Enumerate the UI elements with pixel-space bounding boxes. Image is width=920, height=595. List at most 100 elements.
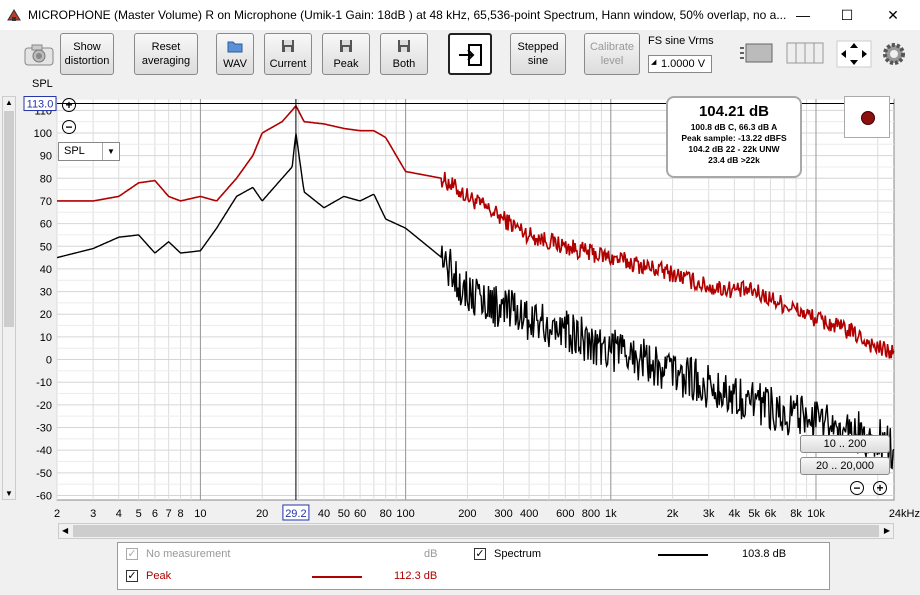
stepped-sine-button[interactable]: Stepped sine: [510, 33, 566, 75]
range-20-20000-label: 20 .. 20,000: [815, 460, 875, 472]
camera-icon[interactable]: [24, 42, 54, 66]
wav-label: WAV: [223, 58, 247, 70]
x-tick-label: 5k: [748, 508, 760, 520]
scroll-right-icon[interactable]: ▶: [884, 526, 890, 535]
zoom-in-x-icon[interactable]: +: [873, 481, 887, 495]
y-axis-unit: SPL: [32, 78, 53, 90]
y-tick-label: 50: [40, 241, 52, 253]
columns-icon[interactable]: [786, 40, 824, 66]
x-tick-label: 600: [556, 508, 574, 520]
zoom-out-x-icon[interactable]: −: [850, 481, 864, 495]
readout-line-1: 100.8 dB C, 66.3 dB A: [690, 122, 778, 132]
settings-gear-icon[interactable]: [882, 42, 906, 66]
level-readout: 104.21 dB 100.8 dB C, 66.3 dB A Peak sam…: [666, 96, 802, 178]
window-title: MICROPHONE (Master Volume) R on Micropho…: [28, 8, 787, 22]
fs-sine-label: FS sine Vrms: [648, 35, 714, 47]
record-button[interactable]: [844, 96, 890, 138]
y-tick-label: 10: [40, 332, 52, 344]
range-10-200-label: 10 .. 200: [823, 438, 867, 450]
current-label: Current: [269, 58, 307, 70]
y-tick-label: 100: [34, 128, 52, 140]
x-tick-label: 10: [194, 508, 206, 520]
x-tick-label: 50: [338, 508, 350, 520]
stepped-sine-label-2: sine: [527, 55, 549, 67]
scroll-left-icon[interactable]: ◀: [62, 526, 68, 535]
maximize-button[interactable]: ☐: [824, 0, 870, 30]
x-tick-label: 400: [520, 508, 538, 520]
legend-panel: ✓ No measurement dB ✓ Peak 112.3 dB ✓ Sp…: [117, 542, 830, 590]
title-bar: MICROPHONE (Master Volume) R on Micropho…: [0, 0, 920, 30]
record-indicator-icon: [861, 111, 875, 125]
legend-value-spectrum: 103.8 dB: [742, 548, 787, 560]
cursor-y-value: 113.0: [27, 99, 54, 111]
x-tick-label: 300: [494, 508, 512, 520]
legend-label-spectrum: Spectrum: [494, 548, 542, 560]
export-button[interactable]: [448, 33, 492, 75]
show-distortion-label-2: distortion: [64, 55, 110, 67]
y-tick-label: 20: [40, 309, 52, 321]
show-distortion-button[interactable]: Show distortion: [60, 33, 114, 75]
fs-sine-input[interactable]: ◢ 1.0000 V: [648, 55, 712, 73]
save-peak-button[interactable]: Peak: [322, 33, 370, 75]
x-tick-label: 8: [177, 508, 183, 520]
x-tick-label: 800: [582, 508, 600, 520]
legend-value-no-measurement: dB: [424, 548, 438, 560]
legend-checkbox-peak[interactable]: ✓: [126, 570, 138, 582]
calibrate-level-button: Calibrate level: [584, 33, 640, 75]
y-tick-label: 0: [46, 355, 52, 367]
readout-line-4: 23.4 dB >22k: [708, 155, 760, 165]
x-tick-label: 10k: [807, 508, 825, 520]
x-tick-label: 7: [166, 508, 172, 520]
y-tick-label: 80: [40, 173, 52, 185]
x-tick-label: 3: [90, 508, 96, 520]
y-tick-label: 40: [40, 264, 52, 276]
peak-label: Peak: [333, 58, 359, 70]
fs-sine-value: 1.0000 V: [661, 58, 706, 70]
mode-select-value: SPL: [64, 145, 85, 157]
folder-icon: [227, 39, 243, 57]
x-tick-label: 1k: [605, 508, 617, 520]
x-tick-label: 60: [354, 508, 366, 520]
y-tick-label: -60: [36, 490, 52, 502]
x-tick-label: 2: [54, 508, 60, 520]
app-icon: [6, 7, 22, 23]
y-tick-label: 70: [40, 196, 52, 208]
zoom-in-y-icon[interactable]: +: [62, 98, 76, 112]
legend-label-no-measurement: No measurement: [146, 548, 231, 560]
close-button[interactable]: ✕: [870, 0, 916, 30]
range-20-20000-button[interactable]: 20 .. 20,000: [800, 457, 890, 475]
x-tick-label: 4: [116, 508, 122, 520]
zoom-out-y-icon[interactable]: −: [62, 120, 76, 134]
hscroll-thumb[interactable]: [73, 525, 879, 537]
minimize-button[interactable]: —: [780, 0, 826, 30]
range-10-200-button[interactable]: 10 .. 200: [800, 435, 890, 453]
legend-checkbox-spectrum[interactable]: ✓: [474, 548, 486, 560]
x-tick-label: 4k: [729, 508, 741, 520]
x-tick-label: 80: [380, 508, 392, 520]
x-tick-label: 24kHz: [889, 508, 920, 520]
readout-line-2: Peak sample: -13.22 dBFS: [681, 133, 787, 143]
x-tick-label: 3k: [703, 508, 715, 520]
x-tick-label: 200: [458, 508, 476, 520]
cursor-x-value: 29.2: [285, 508, 306, 520]
wav-button[interactable]: WAV: [216, 33, 254, 75]
y-tick-label: -50: [36, 468, 52, 480]
horizontal-scrollbar[interactable]: ◀ ▶: [58, 523, 894, 539]
layout-toggle-icon[interactable]: [738, 40, 778, 66]
reset-averaging-button[interactable]: Reset averaging: [134, 33, 198, 75]
fs-arrow-icon: ◢: [651, 59, 657, 66]
save-icon: [281, 39, 295, 57]
show-distortion-label-1: Show: [73, 41, 101, 53]
y-tick-label: 30: [40, 287, 52, 299]
legend-checkbox-no-measurement: ✓: [126, 548, 138, 560]
mode-select[interactable]: SPL ▼: [58, 142, 120, 161]
save-current-button[interactable]: Current: [264, 33, 312, 75]
save-icon: [397, 39, 411, 57]
save-both-button[interactable]: Both: [380, 33, 428, 75]
reset-averaging-label-1: Reset: [151, 41, 181, 53]
readout-main-value: 104.21 dB: [698, 103, 770, 120]
calibrate-level-label-2: level: [600, 55, 624, 67]
pan-arrows-icon[interactable]: [836, 40, 872, 68]
save-icon: [339, 39, 353, 57]
legend-value-peak: 112.3 dB: [394, 570, 438, 582]
